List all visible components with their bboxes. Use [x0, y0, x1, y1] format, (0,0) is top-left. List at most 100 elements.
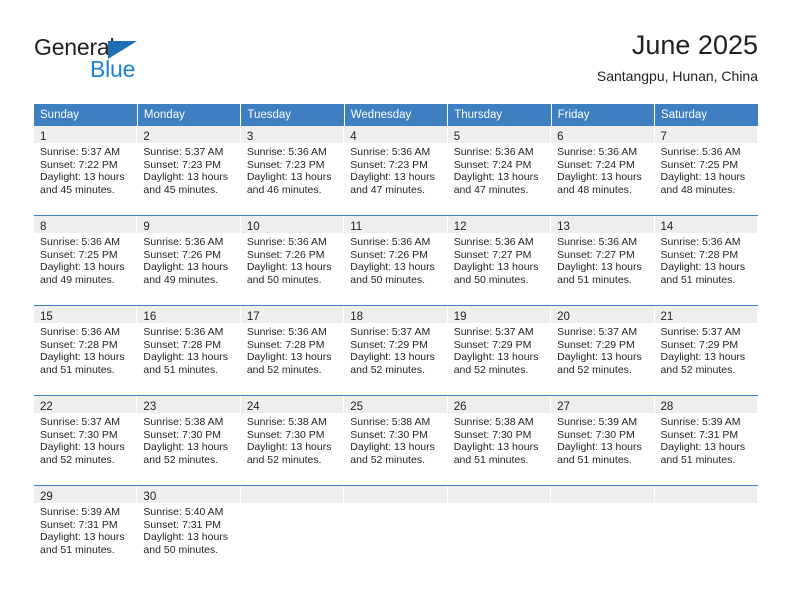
daylight-text-line2: and 50 minutes. [246, 273, 322, 286]
day-cell[interactable]: 11 Sunrise: 5:36 AM Sunset: 7:26 PM Dayligh… [344, 215, 448, 306]
daylight-text-line1: Daylight: 13 hours [453, 171, 539, 184]
daylight-text-line1: Daylight: 13 hours [453, 261, 539, 274]
page-title: June 2025 [631, 30, 758, 60]
day-cell-empty [240, 485, 345, 575]
week-row: 29 Sunrise: 5:39 AM Sunset: 7:31 PM Dayligh… [34, 485, 758, 575]
sunrise-text: Sunrise: 5:36 AM [350, 146, 431, 158]
sunrise-text: Sunrise: 5:37 AM [660, 326, 741, 338]
week-row: 15 Sunrise: 5:36 AM Sunset: 7:28 PM Dayligh… [34, 305, 758, 396]
daylight-text-line2: and 51 minutes. [143, 363, 219, 376]
day-number: 23 [143, 401, 157, 413]
day-cell[interactable]: 22 Sunrise: 5:37 AM Sunset: 7:30 PM Dayligh… [34, 395, 138, 486]
day-cell[interactable]: 28 Sunrise: 5:39 AM Sunset: 7:31 PM Dayligh… [654, 395, 758, 486]
day-cell[interactable]: 19 Sunrise: 5:37 AM Sunset: 7:29 PM Dayligh… [447, 305, 552, 396]
day-cell[interactable]: 24 Sunrise: 5:38 AM Sunset: 7:30 PM Dayligh… [240, 395, 345, 486]
weekday-header-tuesday: Tuesday [240, 104, 345, 126]
sunrise-text: Sunrise: 5:36 AM [143, 326, 224, 338]
day-cell[interactable]: 12 Sunrise: 5:36 AM Sunset: 7:27 PM Dayligh… [447, 215, 552, 306]
sunset-text: Sunset: 7:30 PM [143, 428, 222, 441]
logo-text-blue: Blue [90, 56, 136, 82]
sunrise-text: Sunrise: 5:38 AM [143, 416, 224, 428]
day-cell[interactable]: 25 Sunrise: 5:38 AM Sunset: 7:30 PM Dayligh… [344, 395, 448, 486]
daylight-text-line1: Daylight: 13 hours [40, 351, 125, 364]
sunrise-text: Sunrise: 5:38 AM [350, 416, 431, 428]
sunrise-text: Sunrise: 5:39 AM [660, 416, 741, 428]
day-cell[interactable]: 2 Sunrise: 5:37 AM Sunset: 7:23 PM Daylight… [137, 126, 241, 216]
day-number: 9 [143, 221, 150, 233]
daylight-text-line2: and 52 minutes. [40, 453, 115, 466]
sunrise-text: Sunrise: 5:37 AM [453, 326, 534, 338]
daylight-text-line1: Daylight: 13 hours [557, 171, 642, 184]
sunset-text: Sunset: 7:26 PM [143, 248, 222, 261]
daylight-text-line1: Daylight: 13 hours [246, 441, 332, 454]
day-number: 7 [660, 131, 667, 143]
sunrise-text: Sunrise: 5:37 AM [557, 326, 638, 338]
day-number: 15 [40, 311, 53, 323]
sunrise-text: Sunrise: 5:36 AM [557, 146, 638, 158]
day-cell[interactable]: 30 Sunrise: 5:40 AM Sunset: 7:31 PM Dayligh… [137, 485, 241, 575]
sunset-text: Sunset: 7:29 PM [350, 338, 428, 351]
daylight-text-line1: Daylight: 13 hours [246, 171, 332, 184]
day-cell[interactable]: 23 Sunrise: 5:38 AM Sunset: 7:30 PM Dayligh… [137, 395, 241, 486]
day-number: 27 [557, 401, 570, 413]
daylight-text-line1: Daylight: 13 hours [143, 171, 229, 184]
sunrise-text: Sunrise: 5:37 AM [350, 326, 431, 338]
day-cell[interactable]: 6 Sunrise: 5:36 AM Sunset: 7:24 PM Daylight… [551, 126, 655, 216]
day-cell[interactable]: 26 Sunrise: 5:38 AM Sunset: 7:30 PM Dayligh… [447, 395, 552, 486]
day-cell[interactable]: 17 Sunrise: 5:36 AM Sunset: 7:28 PM Dayligh… [240, 305, 345, 396]
sunrise-text: Sunrise: 5:38 AM [453, 416, 534, 428]
day-cell[interactable]: 16 Sunrise: 5:36 AM Sunset: 7:28 PM Dayligh… [137, 305, 241, 396]
sunrise-text: Sunrise: 5:36 AM [246, 236, 327, 248]
day-number: 22 [40, 401, 53, 413]
daylight-text-line2: and 47 minutes. [350, 183, 425, 196]
day-number: 6 [557, 131, 564, 143]
logo[interactable]: General Blue [34, 34, 234, 90]
day-cell[interactable]: 20 Sunrise: 5:37 AM Sunset: 7:29 PM Dayligh… [551, 305, 655, 396]
daylight-text-line1: Daylight: 13 hours [143, 441, 229, 454]
day-cell[interactable]: 1 Sunrise: 5:37 AM Sunset: 7:22 PM Daylight… [34, 126, 138, 216]
daylight-text-line2: and 48 minutes. [660, 183, 736, 196]
day-cell[interactable]: 10 Sunrise: 5:36 AM Sunset: 7:26 PM Dayligh… [240, 215, 345, 306]
sunset-text: Sunset: 7:29 PM [660, 338, 739, 351]
day-cell[interactable]: 4 Sunrise: 5:36 AM Sunset: 7:23 PM Daylight… [344, 126, 448, 216]
day-number: 4 [350, 131, 357, 143]
sunset-text: Sunset: 7:30 PM [350, 428, 428, 441]
day-cell[interactable]: 3 Sunrise: 5:36 AM Sunset: 7:23 PM Daylight… [240, 126, 345, 216]
day-cell[interactable]: 29 Sunrise: 5:39 AM Sunset: 7:31 PM Dayligh… [34, 485, 138, 575]
daylight-text-line2: and 52 minutes. [350, 453, 425, 466]
day-cell[interactable]: 21 Sunrise: 5:37 AM Sunset: 7:29 PM Dayligh… [654, 305, 758, 396]
day-cell[interactable]: 8 Sunrise: 5:36 AM Sunset: 7:25 PM Daylight… [34, 215, 138, 306]
day-cell[interactable]: 15 Sunrise: 5:36 AM Sunset: 7:28 PM Dayligh… [34, 305, 138, 396]
weekday-header-friday: Friday [551, 104, 656, 126]
page-header: General Blue June 2025 Santangpu, Hunan,… [34, 28, 758, 98]
daylight-text-line1: Daylight: 13 hours [350, 351, 435, 364]
sunrise-text: Sunrise: 5:36 AM [246, 146, 327, 158]
sunset-text: Sunset: 7:24 PM [557, 158, 635, 171]
day-cell[interactable]: 14 Sunrise: 5:36 AM Sunset: 7:28 PM Dayligh… [654, 215, 758, 306]
sunset-text: Sunset: 7:27 PM [557, 248, 635, 261]
sunset-text: Sunset: 7:24 PM [453, 158, 532, 171]
day-cell[interactable]: 7 Sunrise: 5:36 AM Sunset: 7:25 PM Daylight… [654, 126, 758, 216]
day-number: 11 [350, 221, 363, 233]
sunrise-text: Sunrise: 5:36 AM [453, 146, 534, 158]
sunrise-text: Sunrise: 5:36 AM [660, 236, 741, 248]
daylight-text-line1: Daylight: 13 hours [143, 531, 229, 544]
daylight-text-line1: Daylight: 13 hours [660, 171, 746, 184]
day-cell[interactable]: 5 Sunrise: 5:36 AM Sunset: 7:24 PM Daylight… [447, 126, 552, 216]
sunrise-text: Sunrise: 5:39 AM [40, 506, 120, 518]
daylight-text-line1: Daylight: 13 hours [660, 441, 746, 454]
day-cell[interactable]: 18 Sunrise: 5:37 AM Sunset: 7:29 PM Dayligh… [344, 305, 448, 396]
day-cell[interactable]: 9 Sunrise: 5:36 AM Sunset: 7:26 PM Daylight… [137, 215, 241, 306]
day-cell-empty [551, 485, 655, 575]
sunset-text: Sunset: 7:25 PM [660, 158, 739, 171]
daylight-text-line2: and 46 minutes. [246, 183, 322, 196]
daylight-text-line2: and 49 minutes. [143, 273, 219, 286]
weekday-header-saturday: Saturday [654, 104, 758, 126]
day-number: 8 [40, 221, 47, 233]
sunset-text: Sunset: 7:28 PM [40, 338, 118, 351]
day-cell[interactable]: 13 Sunrise: 5:36 AM Sunset: 7:27 PM Dayligh… [551, 215, 655, 306]
day-cell[interactable]: 27 Sunrise: 5:39 AM Sunset: 7:30 PM Dayligh… [551, 395, 655, 486]
day-number: 25 [350, 401, 364, 413]
day-cell-empty [344, 485, 448, 575]
sunset-text: Sunset: 7:26 PM [246, 248, 325, 261]
